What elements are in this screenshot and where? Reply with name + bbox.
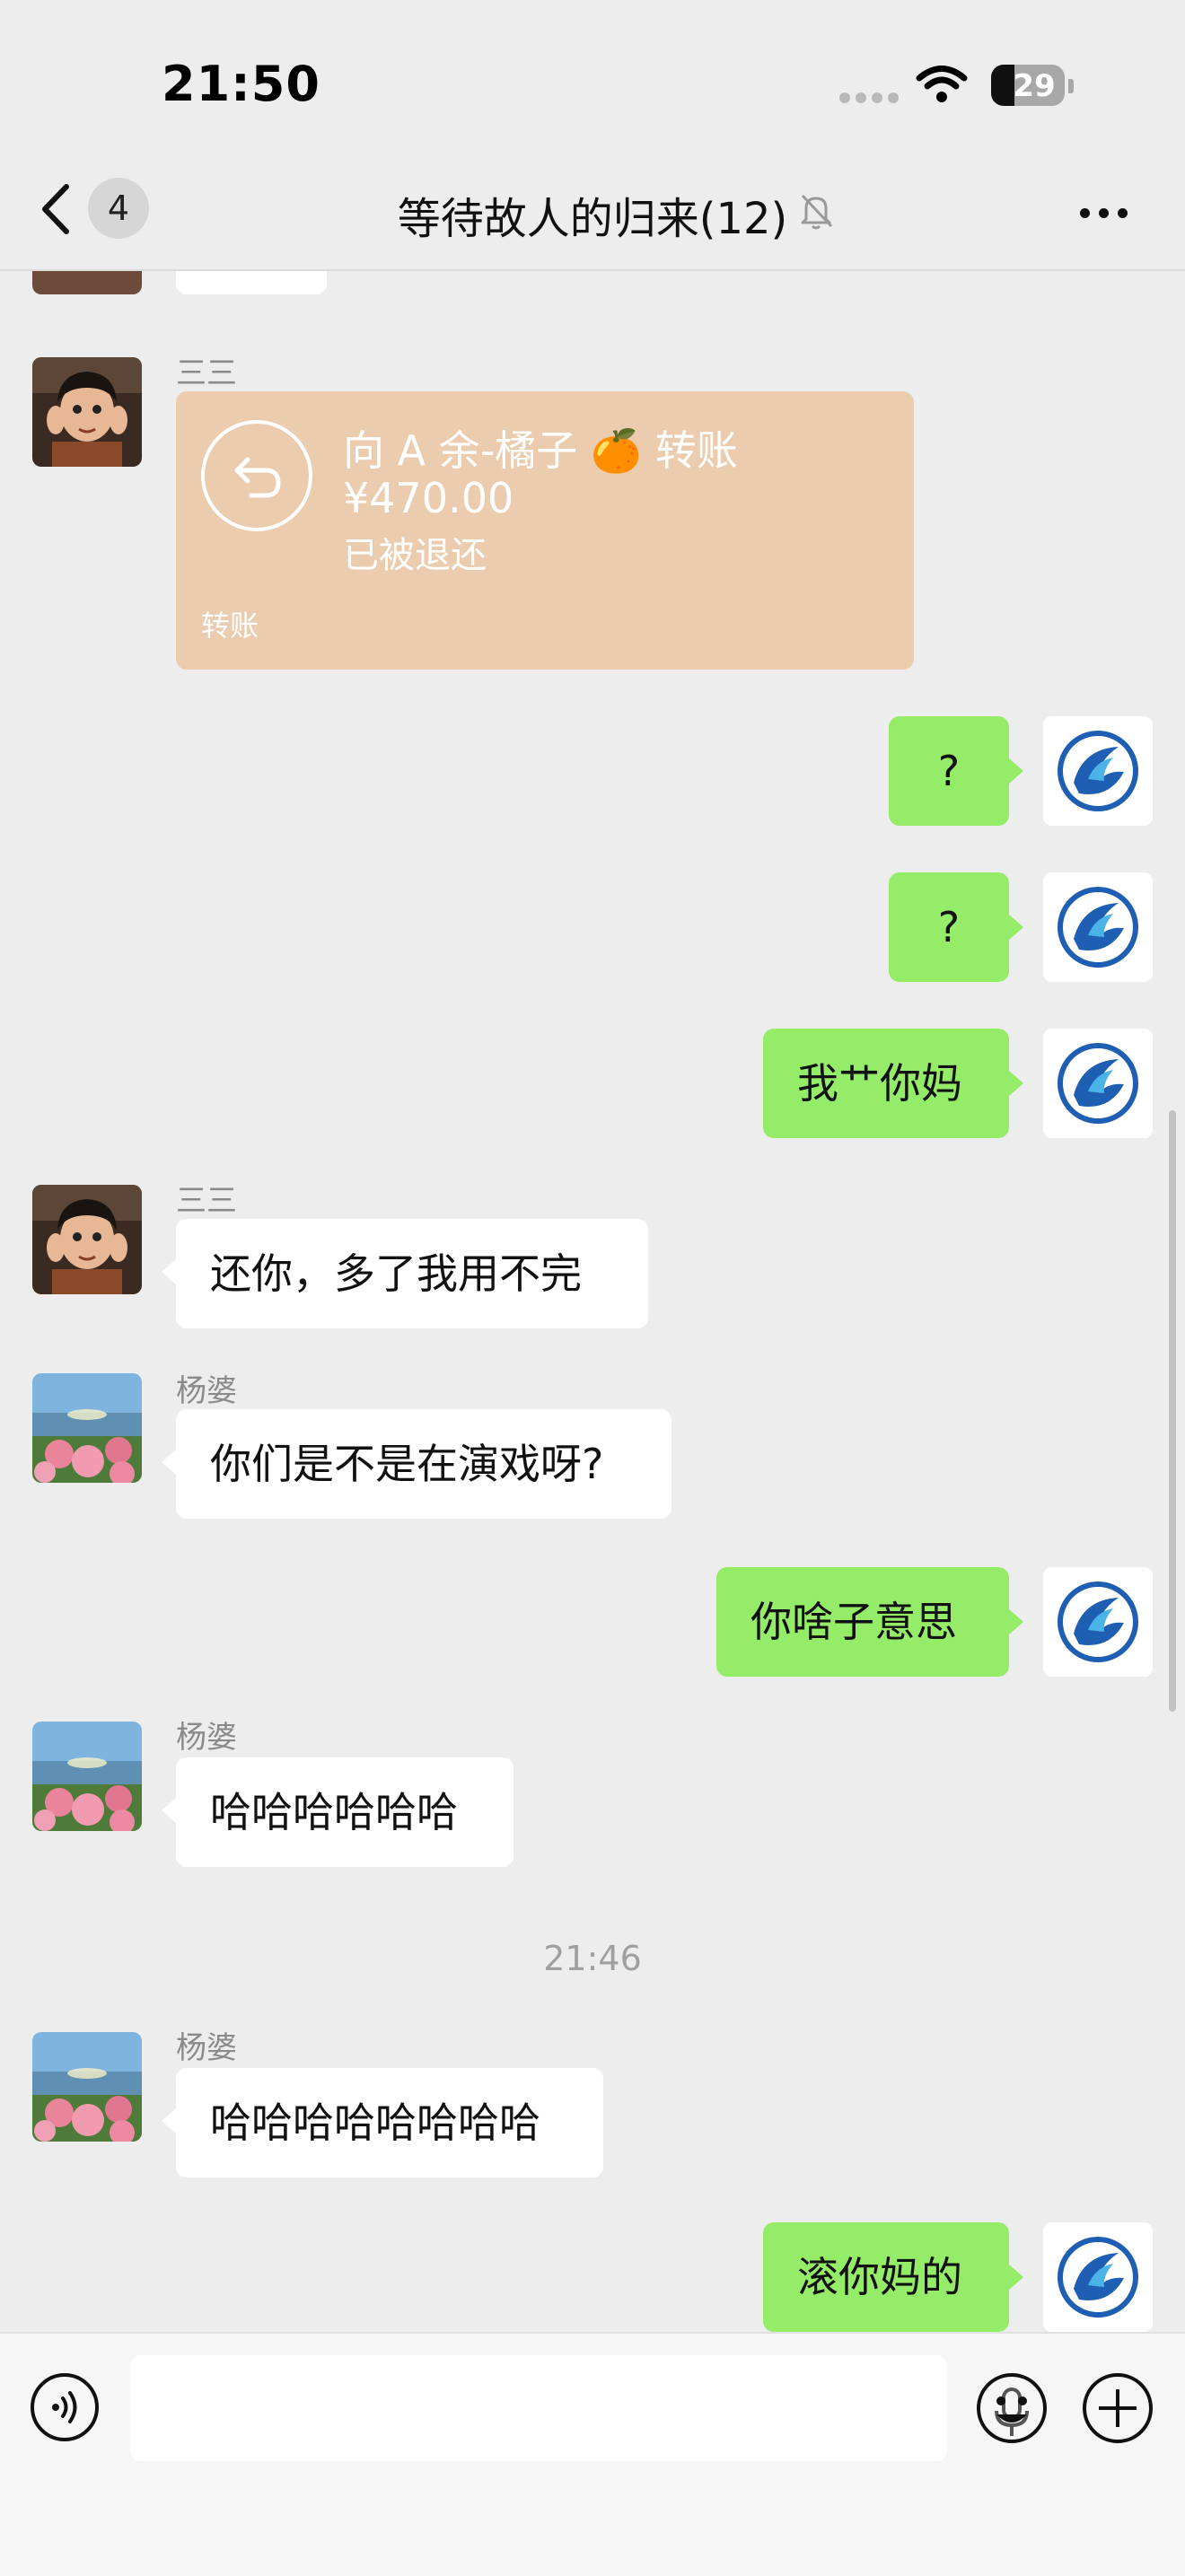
avatar-yangpo[interactable] <box>32 2032 142 2142</box>
signal-icon <box>839 90 904 107</box>
battery-tip <box>1068 79 1074 93</box>
message-bubble-self[interactable]: ? <box>889 872 1009 982</box>
bubble-tail <box>1009 1609 1023 1634</box>
emoji-icon[interactable] <box>975 2371 1049 2449</box>
avatar-sansan[interactable] <box>32 357 142 467</box>
bubble-tail <box>162 2108 176 2134</box>
refund-icon <box>201 420 312 531</box>
message-bubble[interactable]: 你们是不是在演戏呀? <box>176 1409 672 1519</box>
message-input[interactable] <box>130 2355 1029 2461</box>
time-divider: 21:46 <box>543 1939 642 1978</box>
wifi-icon <box>916 65 968 108</box>
message-bubble[interactable]: 还你，多了我用不完 <box>176 1219 648 1328</box>
sender-name: 杨婆 <box>176 1720 237 1756</box>
more-icon[interactable] <box>1080 205 1137 222</box>
sender-name: 杨婆 <box>176 1373 237 1409</box>
bubble-tail <box>1009 758 1023 784</box>
message-bubble-self[interactable]: ? <box>889 716 1009 826</box>
transfer-amount: ¥470.00 <box>343 474 514 522</box>
avatar-yangpo[interactable] <box>32 1373 142 1483</box>
transfer-card[interactable]: 向 A 余-橘子 🍊 转账 ¥470.00 已被退还 转账 <box>176 391 914 670</box>
battery-level: 29 <box>1013 68 1056 104</box>
input-bar <box>0 2332 1185 2576</box>
avatar-yangpo[interactable] <box>32 1722 142 1831</box>
bubble-tail <box>1009 1071 1023 1096</box>
message-bubble-self[interactable]: 你啥子意思 <box>716 1567 1009 1677</box>
message-bubble-self[interactable]: 滚你妈的 <box>763 2222 1009 2332</box>
transfer-status: 已被退还 <box>343 535 487 576</box>
avatar-self[interactable] <box>1043 716 1153 826</box>
chat-nav-bar: 4 等待故人的归来(12) <box>0 153 1185 271</box>
chat-title: 等待故人的归来(12) <box>397 194 788 244</box>
message-bubble[interactable]: 哈哈哈哈哈哈哈哈 <box>176 2068 603 2177</box>
status-bar: 21:50 29 <box>0 0 1185 153</box>
avatar-self[interactable] <box>1043 1567 1153 1677</box>
avatar-sansan[interactable] <box>32 1185 142 1294</box>
transfer-title: 向 A 余-橘子 🍊 转账 <box>343 426 738 475</box>
bubble-tail <box>1009 2265 1023 2290</box>
plus-icon[interactable] <box>1081 2371 1154 2449</box>
message-bubble-self[interactable]: 我艹你妈 <box>763 1029 1009 1138</box>
avatar-self[interactable] <box>1043 1029 1153 1138</box>
bubble-tail <box>162 1259 176 1284</box>
sender-name: 三三 <box>176 355 237 391</box>
sender-name: 杨婆 <box>176 2030 237 2066</box>
scrollbar[interactable] <box>1169 1110 1176 1712</box>
chat-message-list[interactable]: 一个 三三 向 A 余-橘子 🍊 转账 ¥470.00 已被退还 转账 ? <box>0 271 1185 2332</box>
battery-icon: 29 <box>991 65 1065 106</box>
bubble-tail <box>1009 915 1023 940</box>
bubble-tail <box>162 1798 176 1823</box>
sender-name: 三三 <box>176 1183 237 1219</box>
avatar-self[interactable] <box>1043 2222 1153 2332</box>
status-time: 21:50 <box>162 56 320 112</box>
avatar[interactable] <box>32 271 142 294</box>
bubble-tail <box>162 1450 176 1475</box>
transfer-label: 转账 <box>201 609 259 643</box>
avatar-self[interactable] <box>1043 872 1153 982</box>
message-bubble[interactable]: 一个 <box>176 271 327 294</box>
bell-muted-icon <box>795 190 837 235</box>
voice-icon[interactable] <box>29 2371 101 2447</box>
message-bubble[interactable]: 哈哈哈哈哈哈 <box>176 1757 514 1867</box>
